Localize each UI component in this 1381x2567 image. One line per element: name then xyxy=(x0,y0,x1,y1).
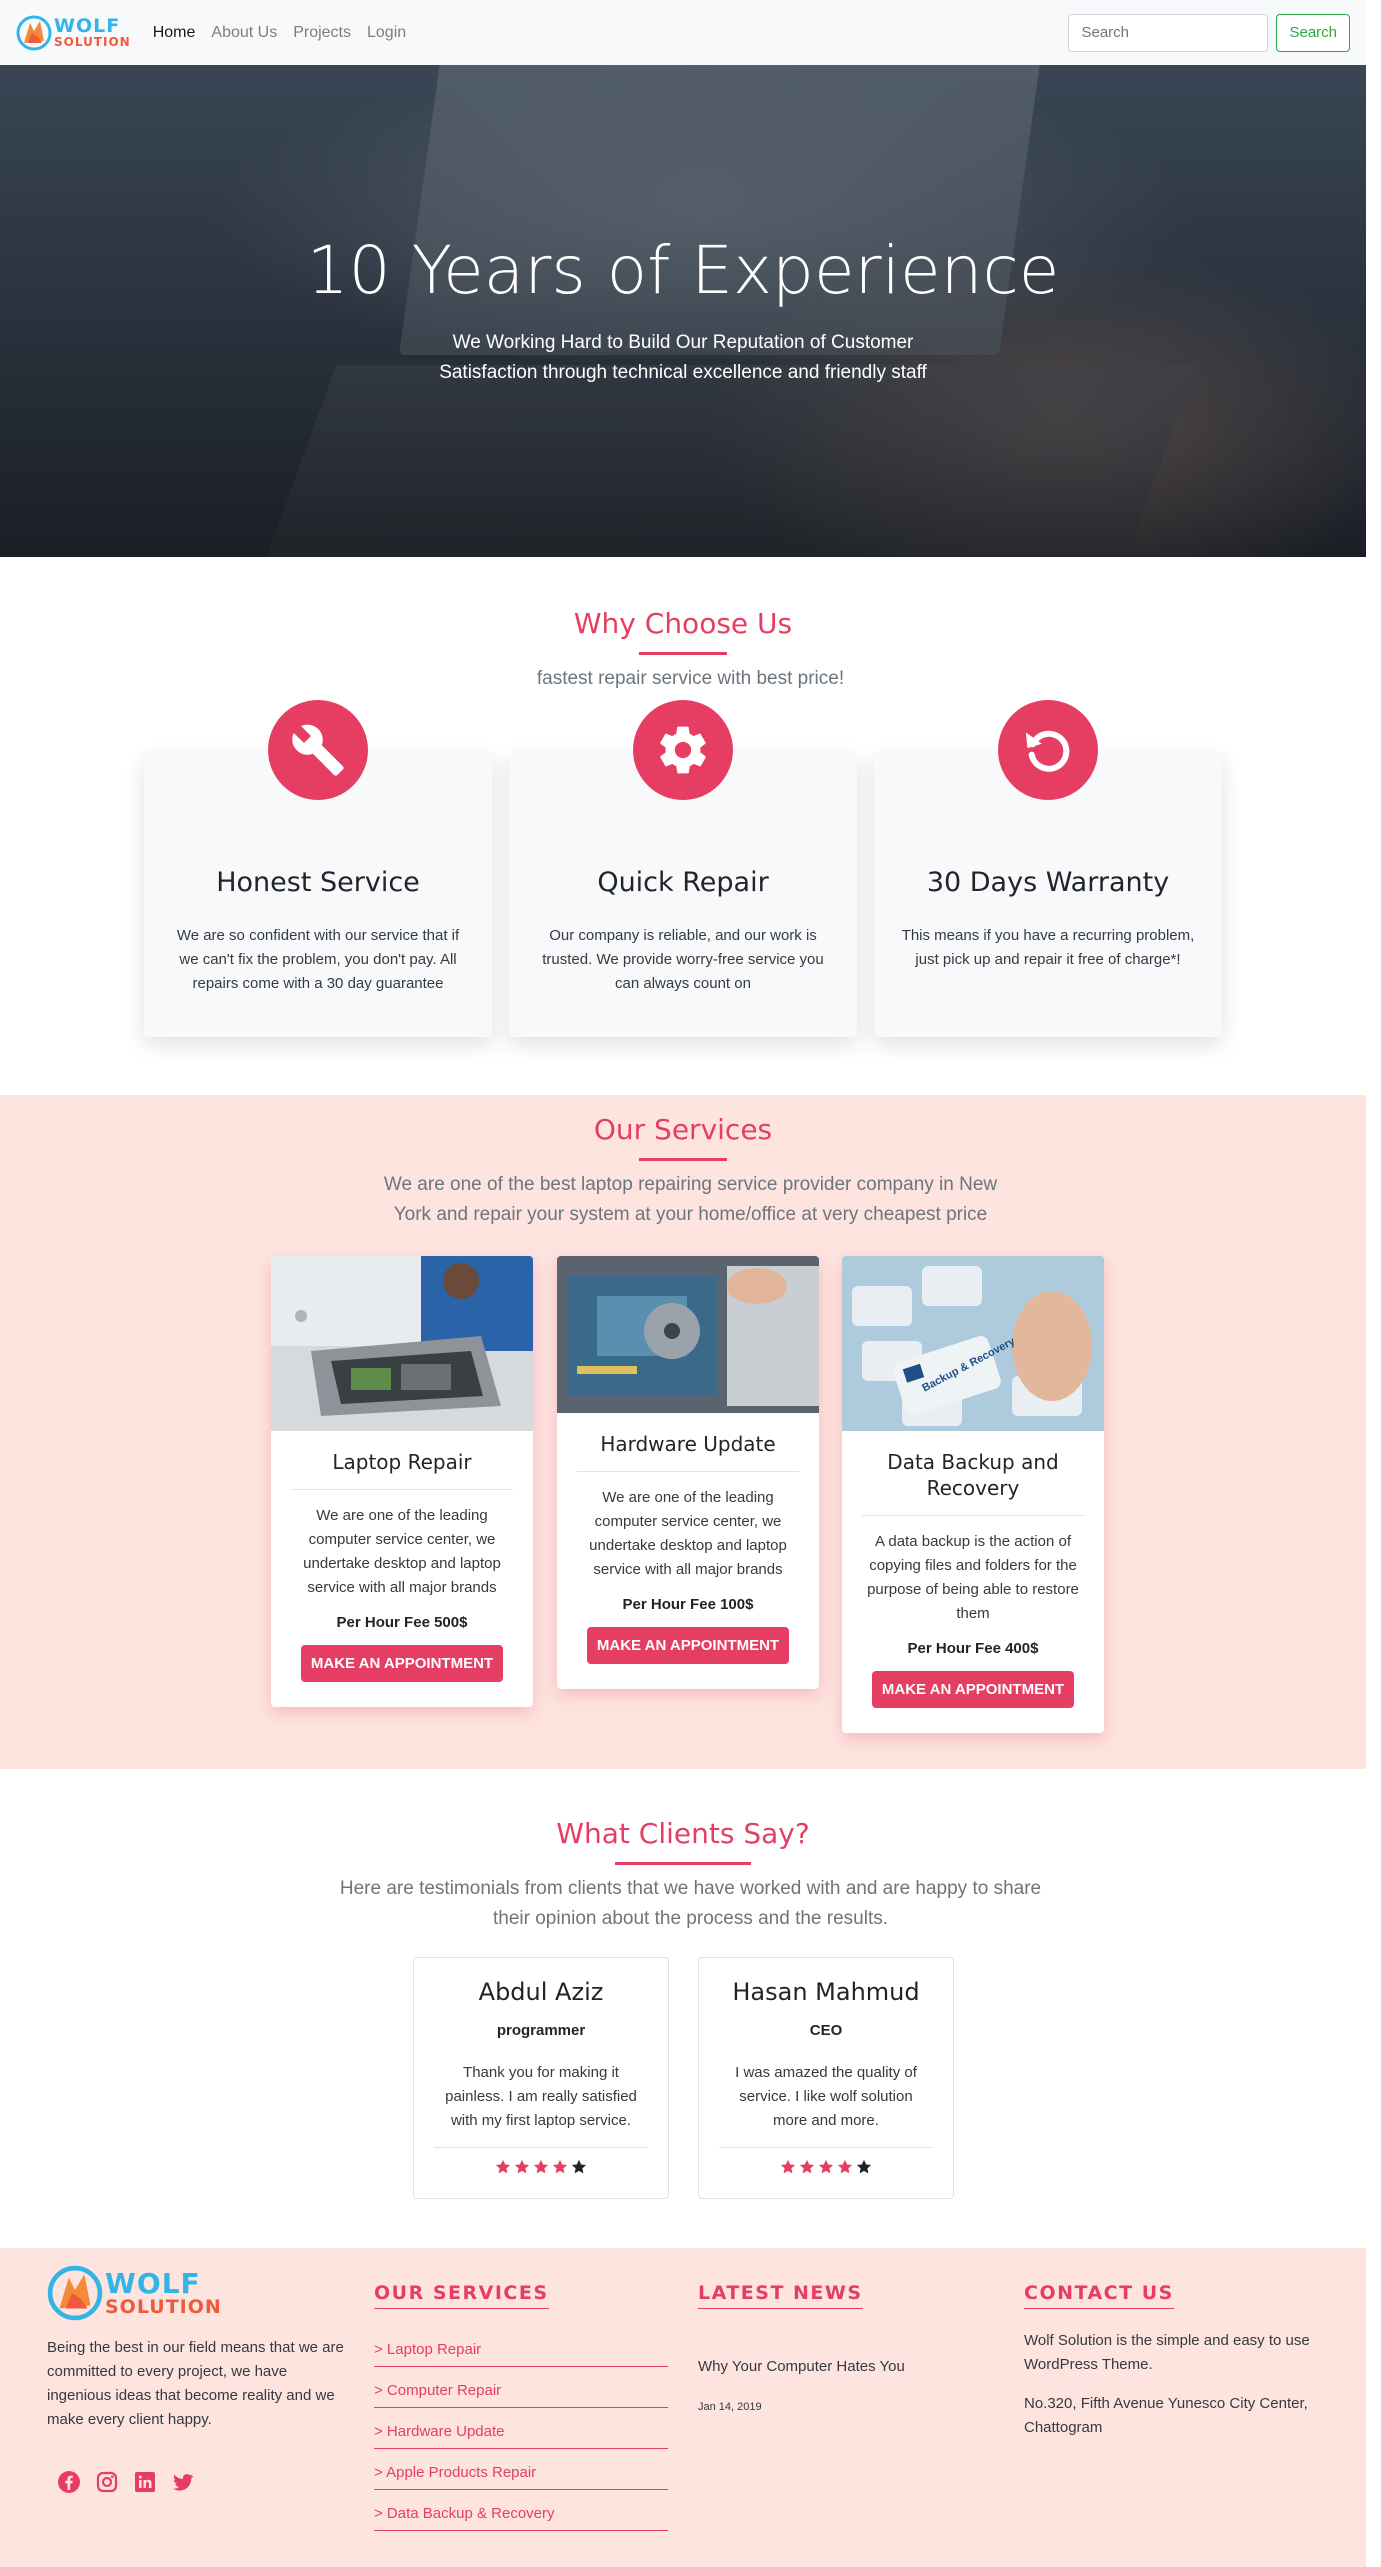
contact-address: No.320, Fifth Avenue Yunesco City Center… xyxy=(1024,2395,1308,2436)
nav-link-login[interactable]: Login xyxy=(367,24,406,42)
testimonial-card: Hasan Mahmud CEO I was amazed the qualit… xyxy=(698,1957,954,2199)
testimonial-card: Abdul Aziz programmer Thank you for maki… xyxy=(413,1957,669,2199)
undo-icon xyxy=(998,700,1098,800)
footer-link-laptop-repair[interactable]: > Laptop Repair xyxy=(374,2341,668,2367)
social-links xyxy=(57,2470,195,2494)
star-filled-icon xyxy=(514,2159,530,2174)
news-item-title[interactable]: Why Your Computer Hates You xyxy=(698,2355,905,2379)
hero-subtitle: We Working Hard to Build Our Reputation … xyxy=(439,332,927,384)
client-role: CEO xyxy=(809,2022,843,2039)
services-subtitle: We are one of the best laptop repairing … xyxy=(383,1174,998,1226)
facebook-icon[interactable] xyxy=(57,2470,81,2494)
wolf-logo-icon xyxy=(47,2265,103,2321)
footer-contact-title: CONTACT US xyxy=(1024,2282,1174,2309)
client-role: programmer xyxy=(496,2022,586,2039)
footer-about: Being the best in our field means that w… xyxy=(47,2339,344,2428)
logo-word-2: SOLUTION xyxy=(105,2295,222,2318)
navbar: WOLF SOLUTION Home About Us Projects Log… xyxy=(0,0,1366,65)
services-title: Our Services xyxy=(593,1113,773,1146)
service-card-hardware-update: Hardware Update We are one of the leadin… xyxy=(557,1256,819,1689)
contact-text: Wolf Solution is the simple and easy to … xyxy=(1024,2332,1310,2373)
laptop-repair-photo xyxy=(271,1256,533,1431)
star-rating xyxy=(414,2158,668,2176)
make-appointment-button[interactable]: MAKE AN APPOINTMENT xyxy=(587,1627,789,1664)
star-filled-icon xyxy=(837,2159,853,2174)
hardware-update-photo xyxy=(557,1256,819,1413)
client-quote: Thank you for making it painless. I am r… xyxy=(445,2064,637,2129)
star-empty-icon xyxy=(571,2159,587,2174)
service-card-fee: Per Hour Fee 100$ xyxy=(622,1596,754,1613)
footer-link-hardware-update[interactable]: > Hardware Update xyxy=(374,2423,668,2449)
service-card-text: We are one of the leading computer servi… xyxy=(303,1507,501,1596)
nav-search-form: Search xyxy=(1068,13,1350,52)
service-card-title: Hardware Update xyxy=(600,1432,776,1456)
make-appointment-button[interactable]: MAKE AN APPOINTMENT xyxy=(872,1671,1074,1708)
client-quote: I was amazed the quality of service. I l… xyxy=(735,2064,917,2129)
service-card-title: Laptop Repair xyxy=(332,1450,472,1474)
footer-services-title: OUR SERVICES xyxy=(374,2282,549,2309)
brand-logo[interactable]: WOLF SOLUTION xyxy=(16,15,131,51)
why-card-title: 30 Days Warranty xyxy=(926,867,1170,898)
nav-links: Home About Us Projects Login xyxy=(153,24,406,42)
footer-link-data-backup[interactable]: > Data Backup & Recovery xyxy=(374,2505,668,2531)
why-card-text: Our company is reliable, and our work is… xyxy=(542,927,824,992)
star-filled-icon xyxy=(799,2159,815,2174)
footer-logo[interactable]: WOLF SOLUTION xyxy=(47,2265,222,2321)
wolf-logo-icon xyxy=(16,15,52,50)
nav-link-home[interactable]: Home xyxy=(153,24,196,42)
footer-news-title: LATEST NEWS xyxy=(698,2282,863,2309)
why-subtitle: fastest repair service with best price! xyxy=(536,668,845,689)
logo-word-1: WOLF xyxy=(54,15,121,37)
search-input[interactable] xyxy=(1068,13,1269,52)
hero-title: 10 Years of Experience xyxy=(306,232,1060,309)
data-backup-photo: Backup & Recovery xyxy=(842,1256,1104,1431)
star-rating xyxy=(699,2158,953,2176)
service-card-laptop-repair: Laptop Repair We are one of the leading … xyxy=(271,1256,533,1707)
star-filled-icon xyxy=(780,2159,796,2174)
service-card-text: We are one of the leading computer servi… xyxy=(589,1489,787,1578)
star-empty-icon xyxy=(856,2159,872,2174)
make-appointment-button[interactable]: MAKE AN APPOINTMENT xyxy=(301,1645,503,1682)
why-card-title: Quick Repair xyxy=(597,867,769,898)
star-filled-icon xyxy=(818,2159,834,2174)
clients-title: What Clients Say? xyxy=(556,1817,810,1850)
clients-underline xyxy=(615,1862,751,1865)
nav-link-about[interactable]: About Us xyxy=(211,24,277,42)
twitter-icon[interactable] xyxy=(171,2470,195,2494)
services-underline xyxy=(639,1158,727,1161)
why-underline xyxy=(639,652,727,655)
instagram-icon[interactable] xyxy=(95,2470,119,2494)
wrench-icon xyxy=(268,700,368,800)
why-card-text: This means if you have a recurring probl… xyxy=(901,927,1195,968)
footer-link-computer-repair[interactable]: > Computer Repair xyxy=(374,2382,668,2408)
star-filled-icon xyxy=(533,2159,549,2174)
logo-word-1: WOLF xyxy=(105,2266,201,2300)
client-name: Hasan Mahmud xyxy=(732,1978,920,2006)
why-title: Why Choose Us xyxy=(573,607,793,640)
client-name: Abdul Aziz xyxy=(478,1978,604,2006)
star-filled-icon xyxy=(552,2159,568,2174)
hero-banner: 10 Years of Experience We Working Hard t… xyxy=(0,65,1366,557)
clients-subtitle: Here are testimonials from clients that … xyxy=(339,1878,1042,1930)
logo-word-2: SOLUTION xyxy=(54,35,131,49)
why-card-title: Honest Service xyxy=(216,867,420,898)
why-card-text: We are so confident with our service tha… xyxy=(176,927,460,992)
gear-icon xyxy=(633,700,733,800)
star-filled-icon xyxy=(495,2159,511,2174)
service-card-title: Data Backup and Recovery xyxy=(887,1450,1059,1500)
nav-link-projects[interactable]: Projects xyxy=(293,24,351,42)
linkedin-icon[interactable] xyxy=(133,2470,157,2494)
service-card-fee: Per Hour Fee 500$ xyxy=(336,1614,468,1631)
news-item-date: Jan 14, 2019 xyxy=(698,2401,762,2413)
service-card-text: A data backup is the action of copying f… xyxy=(867,1533,1079,1622)
search-button[interactable]: Search xyxy=(1276,13,1350,52)
service-card-data-backup: Backup & Recovery Data Backup and Recove… xyxy=(842,1256,1104,1733)
service-card-fee: Per Hour Fee 400$ xyxy=(907,1640,1039,1657)
footer-link-apple-repair[interactable]: > Apple Products Repair xyxy=(374,2464,668,2490)
